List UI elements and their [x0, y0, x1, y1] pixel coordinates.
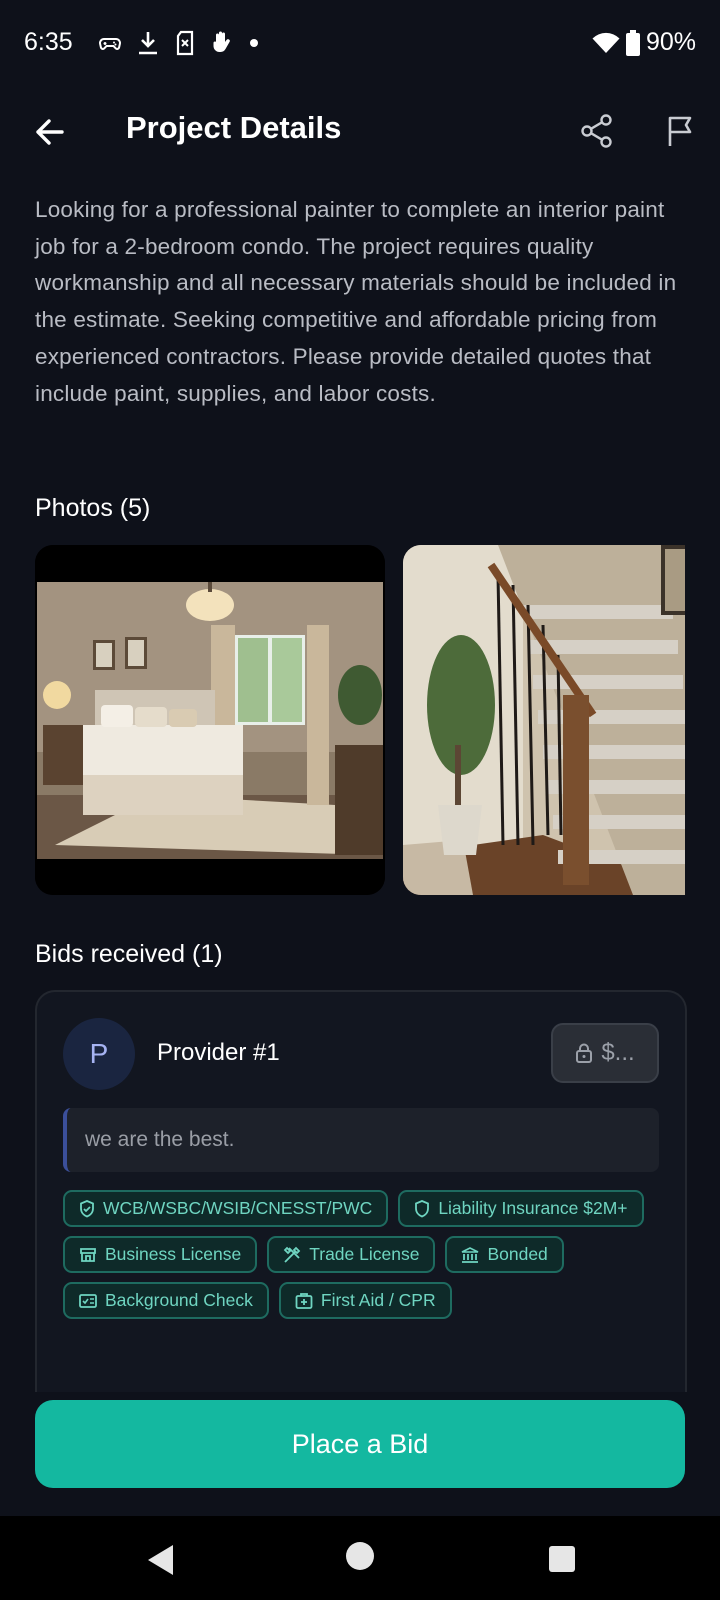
dot-icon — [250, 39, 258, 47]
nav-back-icon[interactable] — [145, 1543, 175, 1577]
status-notification-icons — [98, 30, 260, 56]
arrow-left-icon — [36, 119, 64, 145]
wifi-icon — [592, 32, 620, 53]
lock-icon — [576, 1043, 593, 1063]
report-flag-button[interactable] — [662, 112, 698, 150]
gamepad-icon — [99, 38, 121, 50]
project-description: Looking for a professional painter to co… — [35, 197, 677, 406]
flag-icon — [668, 116, 692, 146]
share-icon — [581, 114, 612, 148]
photo-bedroom[interactable] — [35, 545, 385, 895]
locked-price-button[interactable]: $... — [551, 1023, 659, 1083]
status-right: 90% — [592, 28, 696, 57]
tag-background-check: Background Check — [63, 1282, 269, 1319]
photo-staircase[interactable] — [403, 545, 685, 895]
share-button[interactable] — [578, 112, 616, 150]
tag-label: Liability Insurance $2M+ — [438, 1198, 628, 1218]
tag-business-license: Business License — [63, 1236, 258, 1273]
hand-gesture-icon — [213, 31, 230, 52]
avatar: P — [63, 1018, 135, 1090]
tools-icon — [283, 1246, 301, 1263]
page-title: Project Details — [126, 110, 342, 145]
tag-label: Business License — [105, 1244, 242, 1264]
first-aid-icon — [295, 1292, 313, 1309]
place-bid-button[interactable]: Place a Bid — [35, 1400, 685, 1488]
back-button[interactable] — [30, 112, 70, 152]
tag-wcb: WCB/WSBC/WSIB/CNESST/PWC — [63, 1190, 389, 1227]
bedroom-image — [35, 545, 385, 895]
app-bar: Project Details — [0, 90, 720, 170]
nav-recents-icon[interactable] — [548, 1545, 576, 1573]
nav-home-icon[interactable] — [345, 1541, 375, 1571]
store-icon — [80, 1247, 96, 1262]
id-card-icon — [79, 1293, 97, 1308]
tag-first-aid: First Aid / CPR — [278, 1282, 452, 1319]
photos-heading: Photos (5) — [35, 494, 151, 522]
shield-check-icon — [80, 1199, 94, 1217]
bank-icon — [462, 1246, 479, 1263]
battery-percent: 90% — [645, 28, 696, 56]
shield-icon — [415, 1199, 430, 1217]
tag-label: Background Check — [105, 1290, 253, 1310]
status-bar: 6:35 90% — [0, 0, 720, 90]
provider-name: Provider #1 — [157, 1039, 280, 1066]
price-masked: $... — [601, 1039, 635, 1066]
battery-icon — [625, 29, 640, 56]
bid-message: we are the best. — [63, 1108, 659, 1172]
tag-trade-license: Trade License — [267, 1236, 436, 1273]
download-icon — [139, 32, 157, 55]
tag-label: First Aid / CPR — [320, 1290, 436, 1310]
credential-tags: WCB/WSBC/WSIB/CNESST/PWC Liability Insur… — [63, 1190, 663, 1319]
tag-label: Trade License — [309, 1244, 420, 1264]
tag-bonded: Bonded — [445, 1236, 564, 1273]
sim-card-x-icon — [176, 30, 194, 56]
staircase-image — [403, 545, 685, 895]
photos-carousel[interactable] — [35, 545, 685, 895]
bid-message-text: we are the best. — [85, 1128, 235, 1151]
tag-label: Bonded — [487, 1244, 548, 1264]
bid-card[interactable]: P Provider #1 $... we are the best. WCB/… — [35, 990, 687, 1392]
status-time: 6:35 — [24, 28, 73, 56]
system-nav-bar — [0, 1516, 720, 1600]
tag-label: WCB/WSBC/WSIB/CNESST/PWC — [103, 1198, 373, 1218]
bids-heading: Bids received (1) — [35, 940, 223, 968]
tag-liability-insurance: Liability Insurance $2M+ — [398, 1190, 644, 1227]
